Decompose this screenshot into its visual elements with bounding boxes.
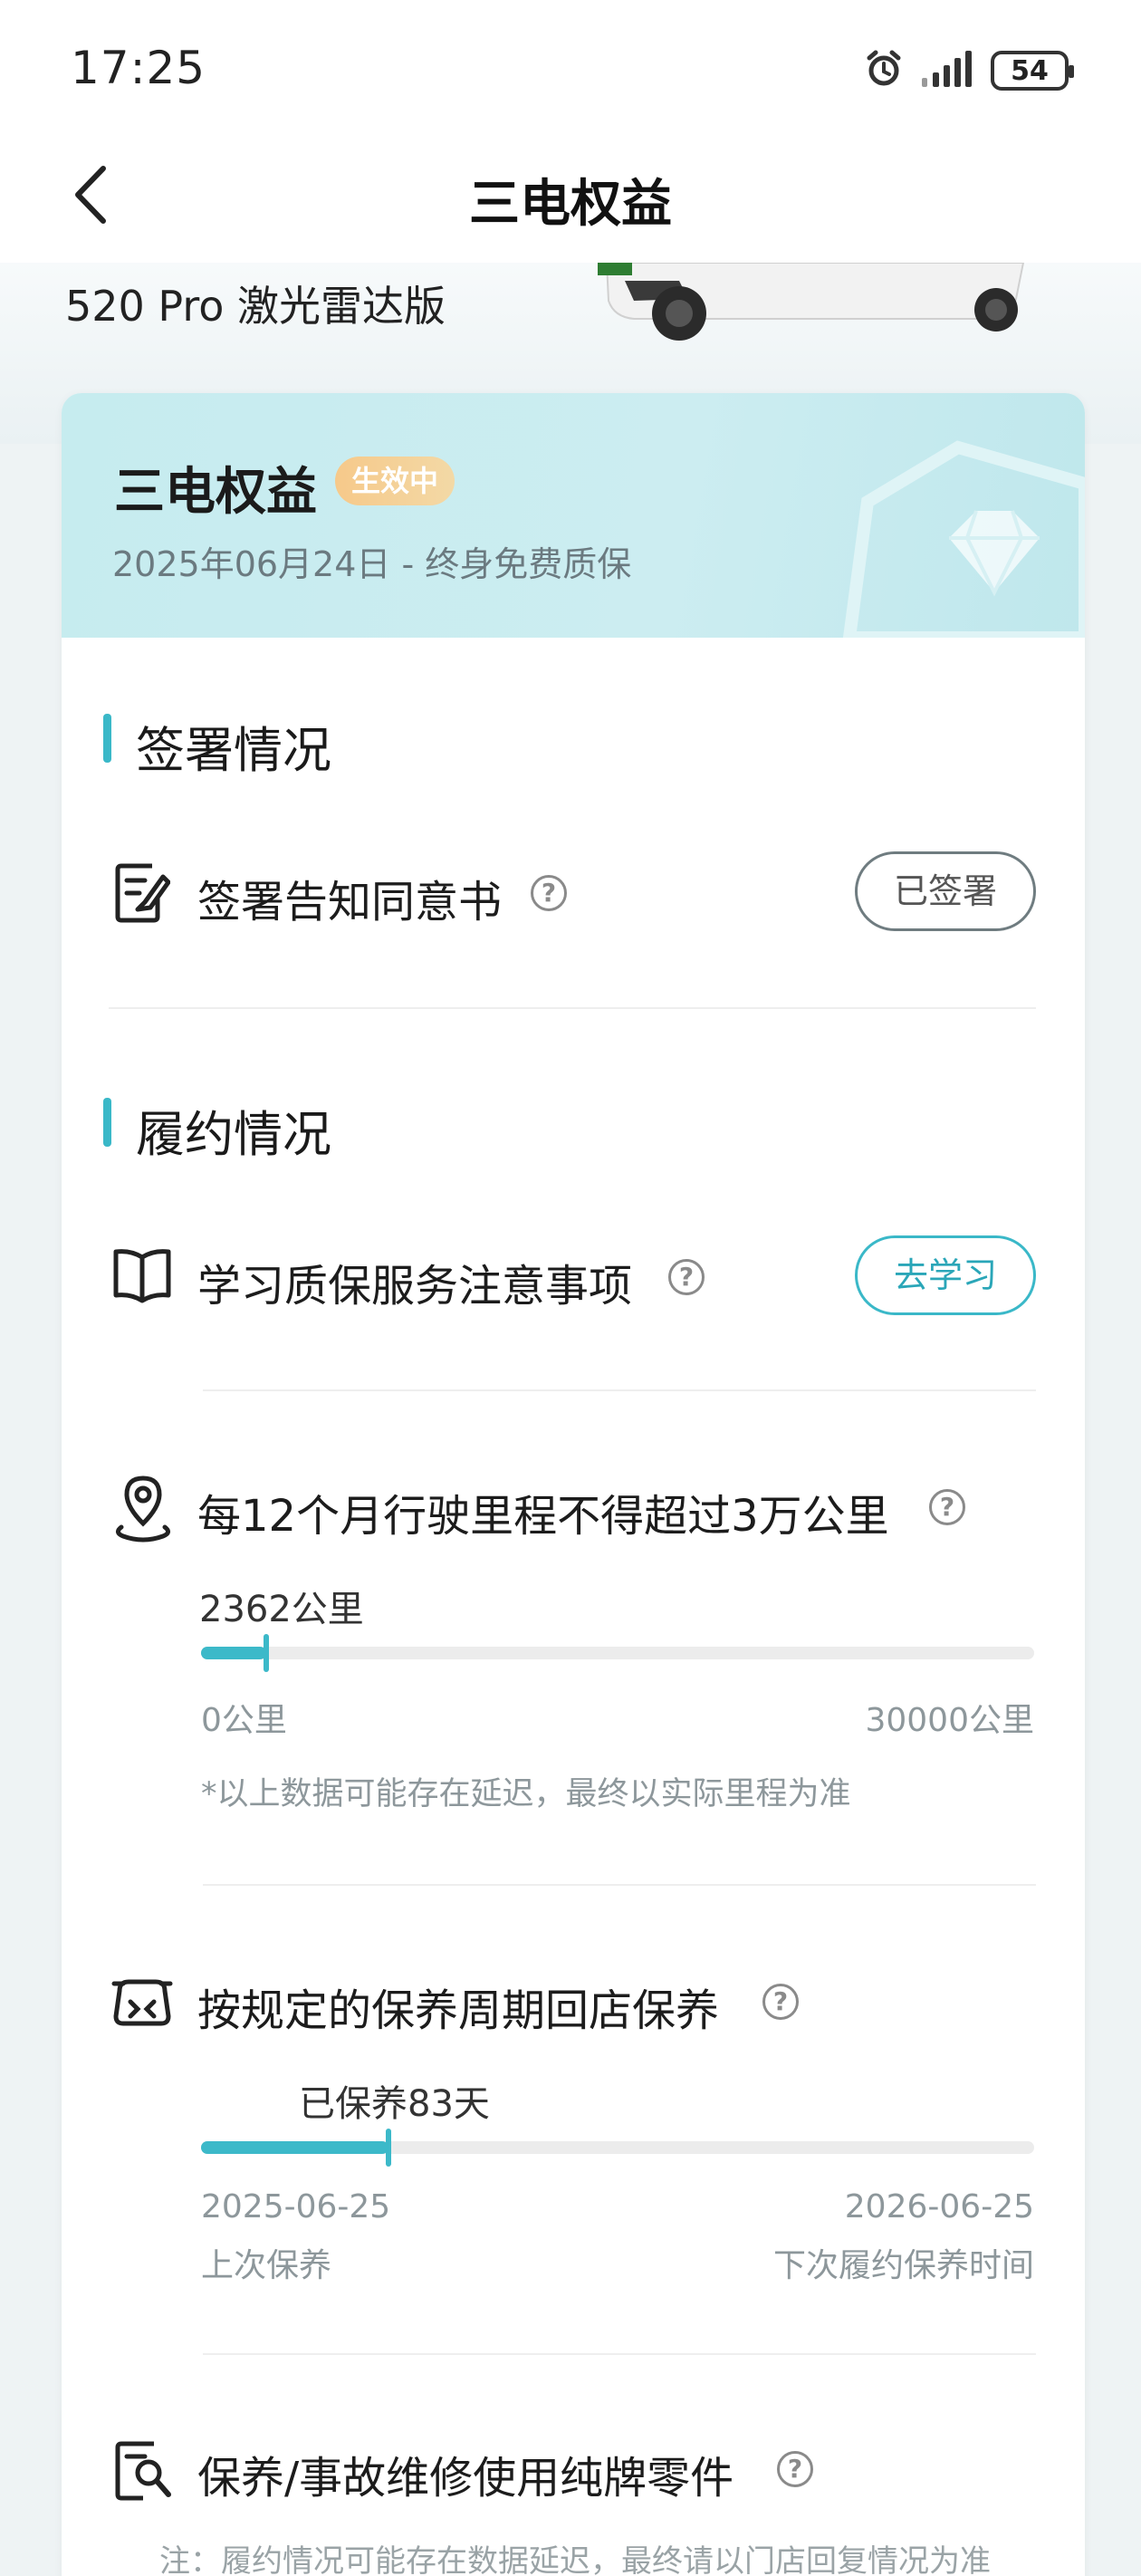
consent-form-label: 签署告知同意书 [197, 877, 503, 928]
warranty-period: 2025年06月24日 - 终身免费质保 [112, 544, 632, 584]
divider [203, 1389, 1036, 1391]
section-title-fulfillment: 履约情况 [136, 1106, 331, 1163]
divider [203, 1884, 1036, 1886]
car-model-name: 520 Pro 激光雷达版 [65, 282, 446, 331]
service-car-icon [110, 1975, 174, 2036]
next-maintenance-label: 下次履约保养时间 [772, 2247, 1034, 2284]
status-badge: 生效中 [335, 457, 455, 505]
mileage-rule-label: 每12个月行驶里程不得超过3万公里 [197, 1491, 889, 1542]
divider [109, 1007, 1036, 1009]
mileage-note: *以上数据可能存在延迟，最终以实际里程为准 [201, 1776, 851, 1812]
mileage-max-label: 30000公里 [865, 1702, 1034, 1739]
book-icon [110, 1246, 174, 1308]
help-icon[interactable]: ? [668, 1259, 705, 1295]
mileage-progress-bar [201, 1634, 1034, 1672]
help-icon[interactable]: ? [531, 875, 567, 911]
signed-button[interactable]: 已签署 [855, 851, 1036, 931]
maintenance-progress-marker [386, 2129, 391, 2167]
status-icons: 54 [862, 45, 1074, 96]
bottom-note: 注：履约情况可能存在数据延迟，最终请以门店回复情况为准 [159, 2543, 991, 2576]
page-title: 三电权益 [469, 175, 672, 234]
next-maintenance-date: 2026-06-25 [844, 2188, 1034, 2225]
diamond-shield-icon [842, 440, 1085, 638]
mileage-progress-marker [264, 1634, 270, 1672]
mileage-min-label: 0公里 [201, 1702, 287, 1739]
maintained-days: 已保养83天 [299, 2083, 490, 2125]
section-accent-bar [103, 1098, 111, 1147]
location-pin-icon [110, 1473, 176, 1549]
section-title-signing: 签署情况 [136, 722, 331, 779]
warranty-notes-label: 学习质保服务注意事项 [197, 1261, 633, 1312]
car-image [598, 263, 1025, 341]
section-accent-bar [103, 714, 111, 763]
status-time: 17:25 [71, 42, 206, 94]
card-title: 三电权益 [114, 463, 317, 522]
parts-inspection-icon [112, 2438, 176, 2507]
maintenance-progress-fill [201, 2141, 388, 2154]
help-icon[interactable]: ? [762, 1984, 799, 2020]
genuine-parts-label: 保养/事故维修使用纯牌零件 [197, 2453, 734, 2504]
alarm-icon [862, 47, 906, 94]
signal-icon [918, 49, 978, 92]
divider [203, 2353, 1036, 2355]
help-icon[interactable]: ? [929, 1489, 965, 1525]
go-study-button[interactable]: 去学习 [855, 1235, 1036, 1315]
maintenance-rule-label: 按规定的保养周期回店保养 [197, 1985, 720, 2036]
current-mileage: 2362公里 [199, 1589, 364, 1630]
mileage-progress-fill [201, 1647, 267, 1659]
document-sign-icon [112, 860, 171, 929]
help-icon[interactable]: ? [777, 2451, 813, 2487]
last-maintenance-label: 上次保养 [201, 2247, 332, 2284]
battery-icon: 54 [991, 51, 1074, 91]
last-maintenance-date: 2025-06-25 [201, 2188, 391, 2225]
maintenance-progress-bar [201, 2129, 1034, 2167]
